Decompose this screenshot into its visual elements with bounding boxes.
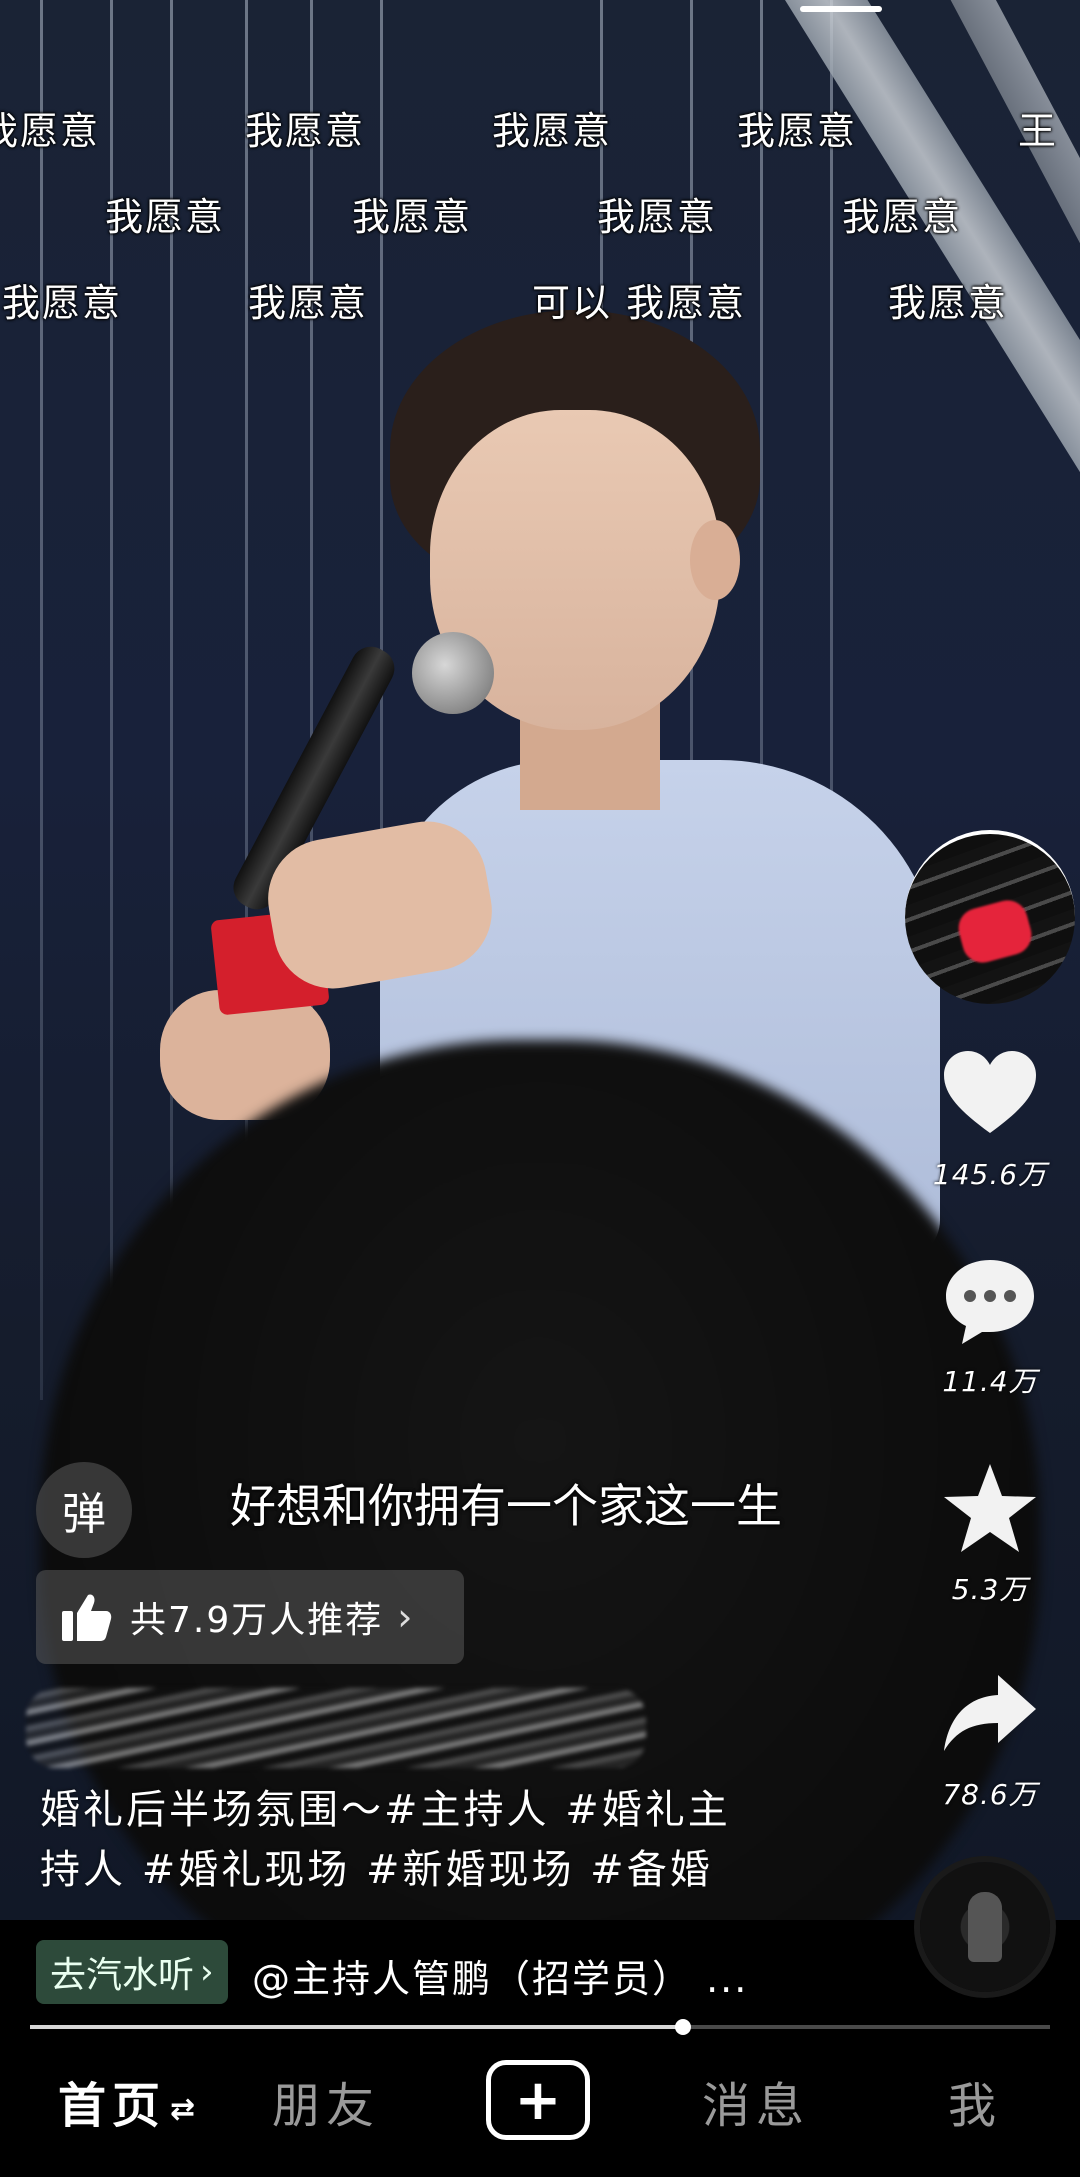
favorite-count: 5.3万 (951, 1573, 1029, 1606)
chevron-right-icon: › (200, 1952, 214, 1992)
nav-friends[interactable]: 朋友 (272, 2066, 380, 2136)
heart-icon (944, 1051, 1036, 1133)
danmaku-toggle-label: 弹 (62, 1489, 106, 1540)
caption-line: 婚礼后半场氛围～#主持人 #婚礼主 (40, 1787, 731, 1833)
comment-button[interactable]: 11.4万 (930, 1252, 1050, 1400)
microphone-head (412, 632, 494, 714)
danmaku-comment: 可以 我愿意 (532, 281, 747, 325)
nav-me[interactable]: 我 (948, 2066, 1002, 2136)
plus-icon: + (514, 2067, 562, 2133)
danmaku-comment: 我愿意 (737, 109, 858, 153)
danmaku-comment: 王 (1018, 109, 1059, 153)
danmaku-comment: 我愿意 (888, 281, 1009, 325)
curtain-strand (40, 0, 43, 1400)
video-progress-bar[interactable] (30, 2019, 1050, 2035)
star-icon (944, 1464, 1036, 1552)
video-subtitle: 好想和你拥有一个家这一生 (230, 1479, 782, 1533)
danmaku-comment: 我愿意 (245, 109, 366, 153)
page-indicator (800, 6, 882, 12)
danmaku-comment: 我愿意 (105, 195, 226, 239)
share-icon (944, 1675, 1036, 1751)
open-in-qishui-button[interactable]: 去汽水听 › (36, 1940, 228, 2004)
danmaku-comment: 我愿意 (597, 195, 718, 239)
like-button[interactable]: 145.6万 (930, 1045, 1050, 1193)
danmaku-comment: 我愿意 (492, 109, 613, 153)
switch-icon: ⇄ (170, 2091, 196, 2127)
recommend-pill[interactable]: 共7.9万人推荐 › (36, 1570, 464, 1664)
thumbs-up-icon (62, 1594, 112, 1641)
progress-knob[interactable] (674, 2019, 691, 2035)
nav-home[interactable]: 首页 ⇄ (58, 2066, 195, 2136)
favorite-button[interactable]: 5.3万 (930, 1460, 1050, 1608)
like-count: 145.6万 (932, 1158, 1048, 1191)
presenter-ear (690, 520, 740, 600)
video-caption[interactable]: 婚礼后半场氛围～#主持人 #婚礼主 持人 #婚礼现场 #新婚现场 #备婚 (40, 1780, 860, 1900)
avatar-blur-mark (954, 895, 1036, 968)
nav-home-label: 首页 (58, 2078, 167, 2134)
danmaku-toggle-button[interactable]: 弹 (36, 1462, 132, 1558)
danmaku-comment: 我愿意 (2, 281, 123, 325)
nav-messages[interactable]: 消息 (702, 2066, 810, 2136)
author-avatar[interactable] (905, 830, 1075, 1004)
danmaku-comment: 我愿意 (352, 195, 473, 239)
create-post-button[interactable]: + (486, 2060, 590, 2140)
progress-fill (30, 2025, 683, 2029)
music-bar[interactable]: 去汽水听 › @主持人管鹏（招学员） ... (0, 1862, 1080, 2036)
music-disc[interactable] (920, 1862, 1050, 1992)
danmaku-comment: 我愿意 (248, 281, 369, 325)
bottom-nav: 首页 ⇄ 朋友 + 消息 我 (0, 2036, 1080, 2177)
disc-cover-figure (968, 1892, 1002, 1962)
chevron-right-icon: › (397, 1595, 413, 1639)
caption-line: 持人 #婚礼现场 #新婚现场 #备婚 (40, 1847, 713, 1893)
danmaku-comment: 我愿意 (0, 109, 101, 153)
music-title[interactable]: @主持人管鹏（招学员） ... (252, 1948, 812, 2003)
share-count: 78.6万 (942, 1778, 1038, 1811)
comment-count: 11.4万 (942, 1365, 1038, 1398)
comment-icon (946, 1260, 1034, 1344)
author-name-blurred[interactable] (26, 1688, 646, 1768)
danmaku-comment: 我愿意 (842, 195, 963, 239)
share-button[interactable]: 78.6万 (930, 1665, 1050, 1813)
recommend-text: 共7.9万人推荐 (130, 1600, 384, 1641)
qishui-label: 去汽水听 (50, 1955, 195, 1996)
